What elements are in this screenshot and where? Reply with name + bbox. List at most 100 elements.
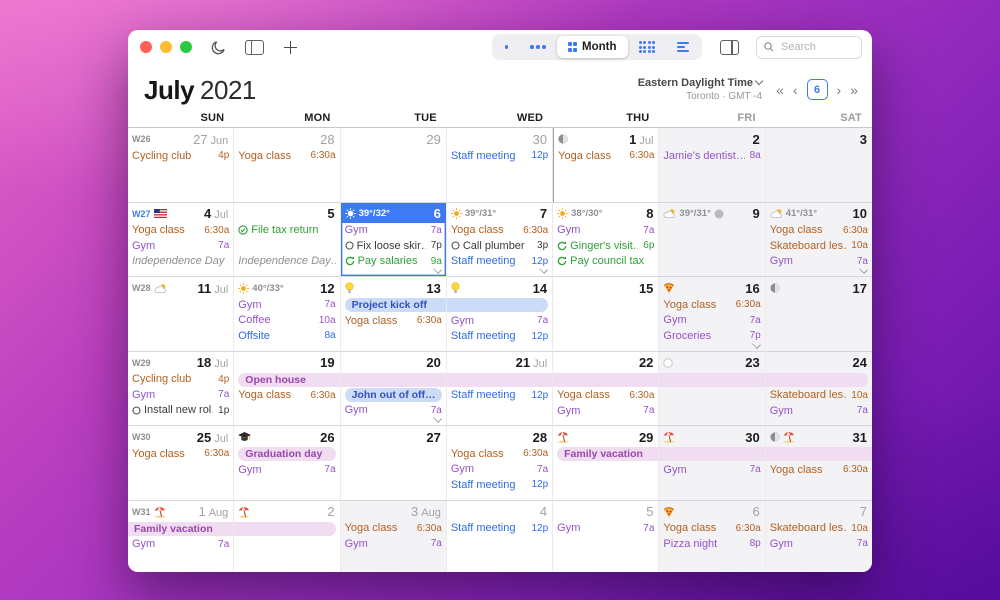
view-list-button[interactable] — [666, 36, 700, 58]
day-cell-30[interactable]: 30Staff meeting12p — [447, 128, 553, 203]
event[interactable]: Gym7a — [770, 254, 868, 270]
event[interactable]: File tax return — [238, 223, 335, 239]
event[interactable]: Gym7a — [663, 462, 760, 478]
dark-mode-moon-icon[interactable] — [206, 35, 230, 59]
day-cell-12[interactable]: 40°/33°12Gym7aCoffee10aOffsite8a — [234, 277, 340, 352]
event[interactable]: Pay salaries9a — [345, 254, 442, 270]
day-cell-3-aug[interactable]: 3AugYoga class6:30aGym7a — [341, 501, 447, 573]
event[interactable]: Skateboard les…10a — [770, 238, 868, 254]
day-cell-5[interactable]: 5Gym7a — [553, 501, 659, 573]
event-banner[interactable] — [659, 373, 765, 387]
day-cell-11-jul[interactable]: W2811Jul — [128, 277, 234, 352]
event[interactable]: Gym7a — [557, 521, 654, 537]
event-banner[interactable] — [447, 373, 553, 387]
event-banner[interactable] — [553, 373, 659, 387]
day-cell-27[interactable]: 27 — [341, 426, 447, 501]
event[interactable]: Staff meeting12p — [451, 148, 548, 164]
day-cell-27-jun[interactable]: W2627JunCycling club4p — [128, 128, 234, 203]
day-cell-2[interactable]: 2Jamie's dentist…8a — [659, 128, 765, 203]
event[interactable]: Install new rol…1p — [132, 403, 229, 419]
event[interactable]: Offsite8a — [238, 328, 335, 344]
event[interactable]: Independence Day — [132, 254, 229, 270]
event-banner[interactable]: Project kick off — [345, 298, 447, 312]
zoom-window-button[interactable] — [180, 41, 192, 53]
info-panel-toggle-icon[interactable] — [717, 35, 741, 59]
event[interactable]: Staff meeting12p — [451, 521, 548, 537]
day-cell-16[interactable]: 16Yoga class6:30aGym7aGroceries7p — [659, 277, 765, 352]
event-banner[interactable] — [447, 298, 548, 312]
day-cell-31[interactable]: 31 Yoga class6:30a — [766, 426, 872, 501]
event-pill[interactable]: John out of off… — [345, 388, 442, 402]
event[interactable]: Yoga class6:30a — [345, 313, 442, 329]
event-banner[interactable] — [766, 447, 872, 461]
event[interactable]: Gym7a — [345, 403, 442, 419]
day-cell-15[interactable]: 15 — [553, 277, 659, 352]
day-cell-3[interactable]: 3 — [766, 128, 872, 203]
next-button[interactable]: › — [837, 83, 842, 97]
event[interactable]: Gym7a — [132, 238, 229, 254]
event[interactable]: Gym7a — [345, 223, 442, 239]
event[interactable]: Staff meeting12p — [451, 477, 548, 493]
day-cell-29[interactable]: 29Family vacation — [553, 426, 659, 501]
search-field[interactable] — [756, 36, 862, 59]
close-window-button[interactable] — [140, 41, 152, 53]
minimize-window-button[interactable] — [160, 41, 172, 53]
day-cell-8[interactable]: 38°/30°8Gym7aGinger's visit…6pPay counci… — [553, 203, 659, 278]
event[interactable]: Yoga class6:30a — [451, 223, 548, 239]
day-cell-4-jul[interactable]: W274JulYoga class6:30aGym7aIndependence … — [128, 203, 234, 278]
view-month-button[interactable]: Month — [557, 36, 628, 58]
event[interactable]: Skateboard les…10a — [770, 388, 868, 404]
event[interactable]: Gym7a — [770, 536, 868, 552]
day-cell-30[interactable]: 30 Gym7a — [659, 426, 765, 501]
next-fast-button[interactable]: » — [850, 83, 858, 97]
event-banner[interactable] — [766, 373, 868, 387]
event[interactable]: Pay council tax — [557, 254, 654, 270]
day-cell-7[interactable]: 39°/31°7Yoga class6:30aCall plumber3pSta… — [447, 203, 553, 278]
today-button[interactable]: 6 — [807, 79, 828, 100]
day-cell-9[interactable]: 39°/31°9 — [659, 203, 765, 278]
day-cell-6[interactable]: 39°/32°6Gym7aFix loose skir…7pPay salari… — [341, 203, 447, 278]
day-cell-17[interactable]: 17 — [766, 277, 872, 352]
day-cell-1-jul[interactable]: 1JulYoga class6:30a — [553, 128, 659, 203]
event[interactable]: Call plumber3p — [451, 238, 548, 254]
event[interactable]: Yoga class6:30a — [557, 388, 654, 404]
event[interactable]: Yoga class6:30a — [132, 223, 229, 239]
event[interactable]: Staff meeting12p — [451, 254, 548, 270]
event[interactable]: Yoga class6:30a — [770, 223, 868, 239]
event-banner[interactable]: Family vacation — [128, 522, 234, 536]
view-day-button[interactable] — [494, 36, 520, 58]
event[interactable]: Gym7a — [451, 462, 548, 478]
event[interactable]: Gym7a — [238, 297, 335, 313]
event[interactable]: Gym7a — [557, 403, 654, 419]
day-cell-20[interactable]: 20 John out of off…Gym7a — [341, 352, 447, 427]
event[interactable]: Cycling club4p — [132, 148, 229, 164]
event[interactable]: Gym7a — [557, 223, 654, 239]
day-cell-25-jul[interactable]: W3025JulYoga class6:30a — [128, 426, 234, 501]
day-cell-10[interactable]: 41°/31°10Yoga class6:30aSkateboard les…1… — [766, 203, 872, 278]
event-banner[interactable] — [341, 373, 447, 387]
event[interactable]: Staff meeting12p — [451, 329, 548, 345]
day-cell-6[interactable]: 6Yoga class6:30aPizza night8p — [659, 501, 765, 573]
day-cell-24[interactable]: 24 Skateboard les…10aGym7a — [766, 352, 872, 427]
event[interactable]: Jamie's dentist…8a — [663, 148, 760, 164]
day-cell-28[interactable]: 28Yoga class6:30a — [234, 128, 340, 203]
day-cell-4[interactable]: 4Staff meeting12p — [447, 501, 553, 573]
event-banner[interactable]: Graduation day — [238, 447, 335, 461]
day-cell-18-jul[interactable]: W2918JulCycling club4pGym7aInstall new r… — [128, 352, 234, 427]
event[interactable]: Gym7a — [451, 313, 548, 329]
day-cell-22[interactable]: 22 Yoga class6:30aGym7a — [553, 352, 659, 427]
event[interactable]: Gym7a — [770, 403, 868, 419]
event-banner[interactable] — [234, 522, 335, 536]
day-cell-5[interactable]: 5File tax returnIndependence Day… — [234, 203, 340, 278]
event[interactable]: Skateboard les…10a — [770, 521, 868, 537]
event[interactable]: Gym7a — [132, 537, 229, 553]
event[interactable]: Yoga class6:30a — [238, 388, 335, 404]
day-cell-23[interactable]: 23 — [659, 352, 765, 427]
new-event-plus-icon[interactable] — [278, 35, 302, 59]
day-cell-26[interactable]: 26Graduation dayGym7a — [234, 426, 340, 501]
day-cell-21-jul[interactable]: 21Jul Staff meeting12p — [447, 352, 553, 427]
sidebar-toggle-icon[interactable] — [242, 35, 266, 59]
event[interactable]: Yoga class6:30a — [770, 462, 868, 478]
day-cell-1-aug[interactable]: W311AugFamily vacationGym7a — [128, 501, 234, 573]
event[interactable]: Ginger's visit…6p — [557, 238, 654, 254]
